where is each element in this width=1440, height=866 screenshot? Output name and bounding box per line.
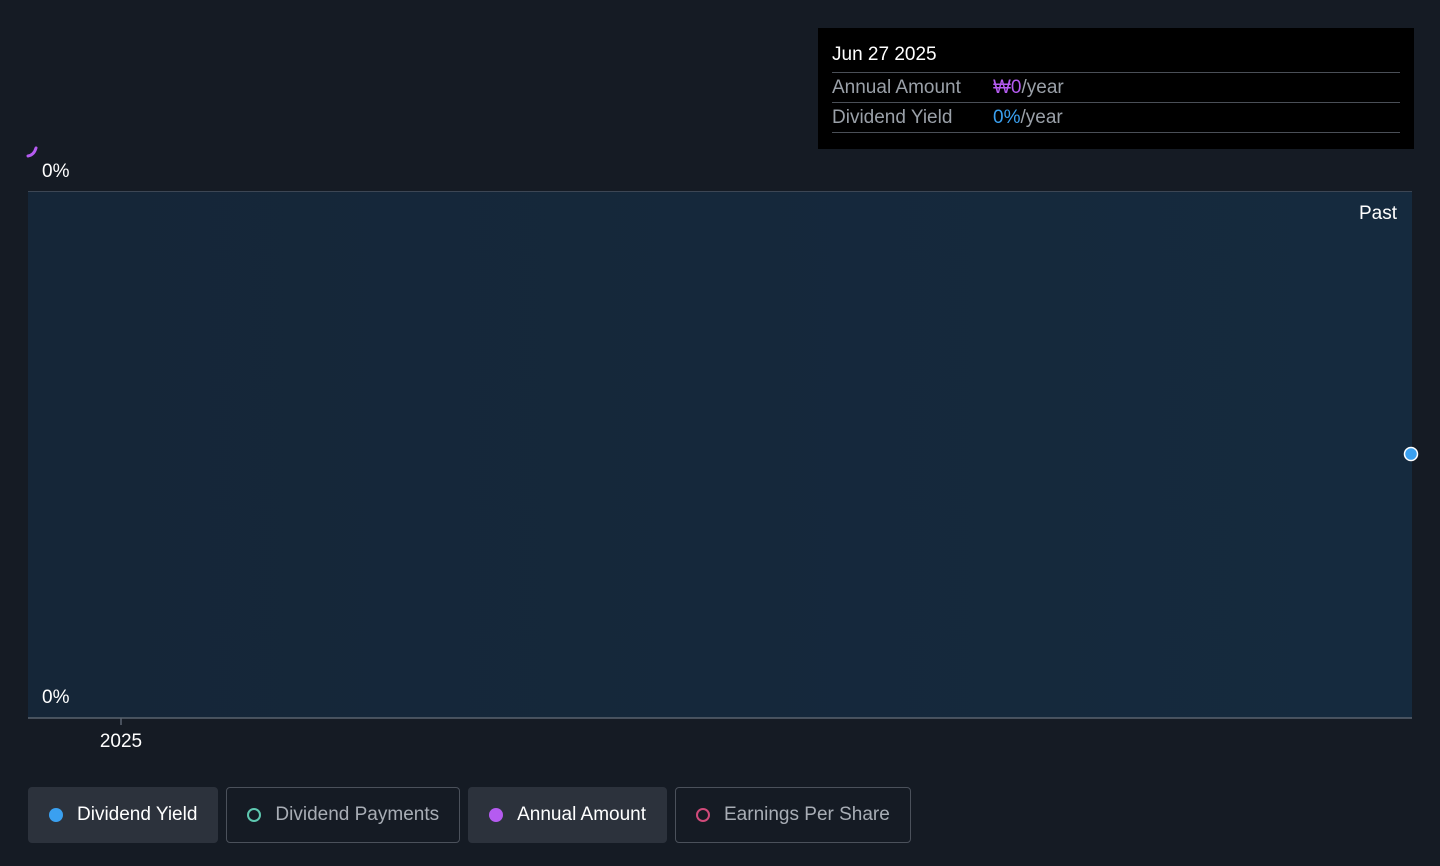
legend-dividend-yield-button[interactable]: Dividend Yield — [28, 787, 219, 843]
annual-amount-axis-label: 0% — [42, 161, 70, 182]
legend-dot-icon — [49, 808, 63, 822]
tooltip-row-dividend-yield: Dividend Yield 0% /year — [832, 103, 1400, 133]
tooltip-unit: /year — [1020, 106, 1063, 128]
legend-label: Dividend Yield — [77, 804, 198, 825]
past-region-label: Past — [1359, 203, 1398, 224]
legend-dividend-payments-button[interactable]: Dividend Payments — [226, 787, 461, 843]
legend-label: Dividend Payments — [275, 804, 440, 825]
annual-amount-point[interactable] — [26, 146, 38, 158]
legend-ring-icon — [696, 808, 710, 822]
legend-label: Annual Amount — [517, 804, 646, 825]
tooltip-label: Annual Amount — [832, 76, 961, 98]
tooltip-unit: /year — [1021, 76, 1064, 98]
legend-label: Earnings Per Share — [724, 804, 890, 825]
past-region — [28, 192, 1412, 718]
y-axis-bottom-label: 0% — [42, 687, 70, 708]
chart-tooltip: Jun 27 2025 Annual Amount ₩0 /year Divid… — [818, 28, 1414, 149]
tooltip-label: Dividend Yield — [832, 106, 953, 128]
legend-ring-icon — [247, 808, 262, 822]
tooltip-value: 0% — [993, 106, 1021, 128]
dividend-yield-point[interactable] — [1403, 446, 1419, 462]
legend-earnings-per-share-button[interactable]: Earnings Per Share — [675, 787, 911, 843]
tooltip-date: Jun 27 2025 — [832, 42, 1400, 73]
tooltip-row-annual-amount: Annual Amount ₩0 /year — [832, 73, 1400, 103]
tooltip-value: ₩0 — [993, 76, 1022, 98]
x-tick-label: 2025 — [100, 731, 142, 752]
chart-legend: Dividend Yield Dividend Payments Annual … — [28, 787, 911, 843]
legend-annual-amount-button[interactable]: Annual Amount — [468, 787, 667, 843]
dividend-chart-widget: Past 0% 0% 2025 Jun 27 2025 Annual Amoun… — [0, 0, 1440, 866]
legend-dot-icon — [489, 808, 504, 822]
